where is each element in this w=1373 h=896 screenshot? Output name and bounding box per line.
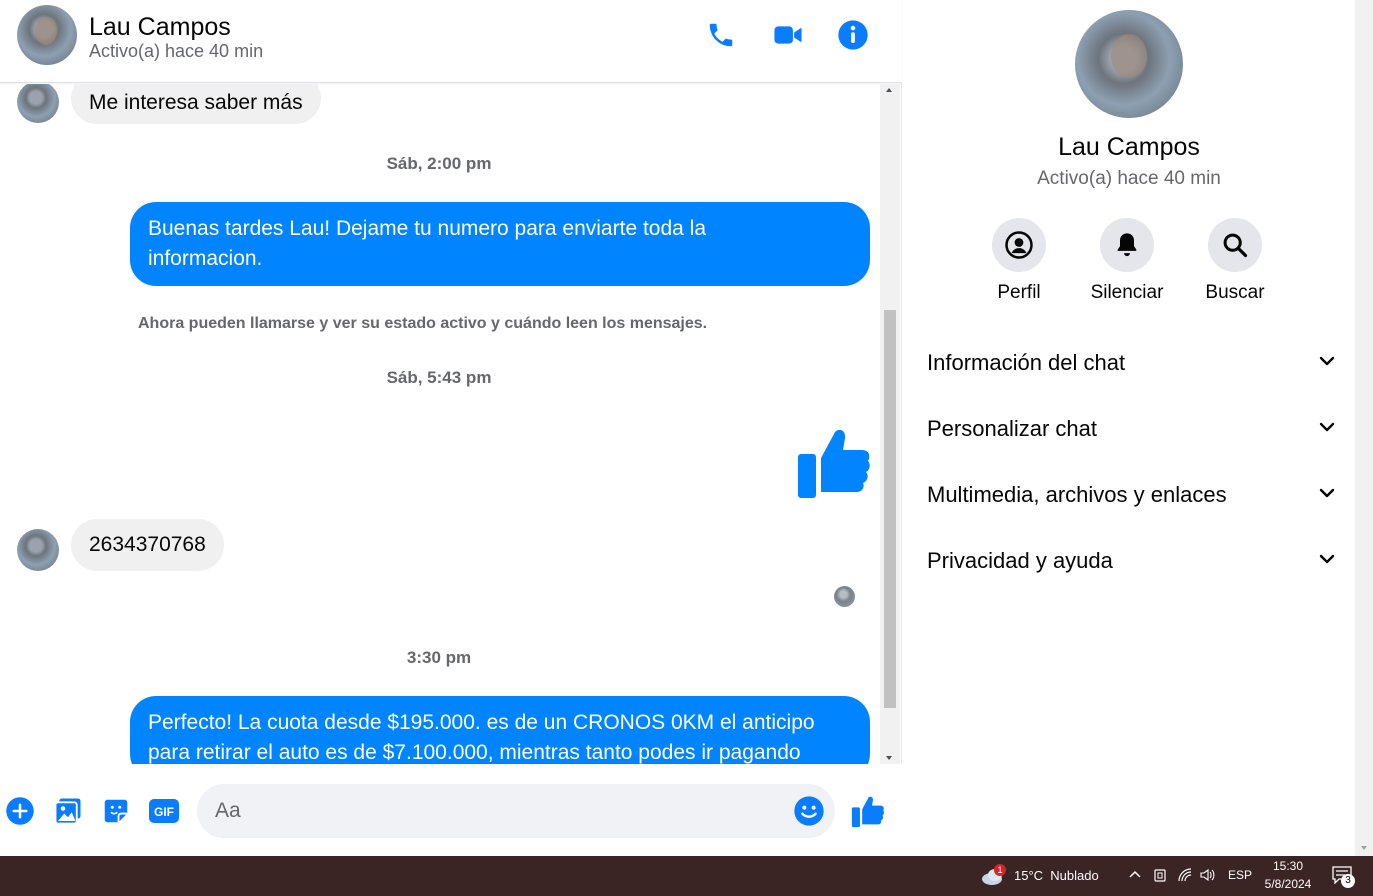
- chat-column: Lau Campos Activo(a) hace 40 min Me inte…: [0, 0, 902, 856]
- scroll-thumb[interactable]: [884, 310, 896, 708]
- message-line: Perfecto! La cuota desde $195.000. es de…: [148, 711, 815, 734]
- message-list: Me interesa saber más Sáb, 2:00 pm Buena…: [0, 84, 880, 764]
- profile-avatar[interactable]: [1075, 10, 1183, 118]
- emoji-icon[interactable]: [792, 794, 826, 828]
- like-icon[interactable]: [796, 424, 872, 500]
- scroll-down-arrow[interactable]: [1361, 846, 1367, 850]
- message-line: informacion.: [148, 247, 263, 270]
- weather-alert-badge: 1: [994, 864, 1006, 876]
- profile-name: Lau Campos: [1058, 133, 1200, 161]
- messenger-window: Lau Campos Activo(a) hace 40 min Me inte…: [0, 0, 1373, 856]
- timestamp: 3:30 pm: [406, 648, 472, 667]
- search-action-button[interactable]: Buscar: [1190, 218, 1280, 304]
- language-indicator[interactable]: ESP: [1228, 868, 1252, 882]
- sticker-icon[interactable]: [99, 794, 133, 828]
- section-privacy-help[interactable]: Privacidad y ayuda: [927, 539, 1337, 583]
- contact-avatar[interactable]: [17, 5, 77, 65]
- chevron-down-icon: [1317, 549, 1337, 574]
- timestamp: Sáb, 5:43 pm: [386, 368, 492, 387]
- section-chat-info[interactable]: Información del chat: [927, 341, 1337, 385]
- chat-info-panel: Lau Campos Activo(a) hace 40 min Perfil …: [903, 0, 1355, 856]
- outgoing-message[interactable]: Buenas tardes Lau! Dejame tu numero para…: [130, 202, 870, 286]
- meet-now-icon[interactable]: [1153, 867, 1167, 886]
- info-icon[interactable]: [836, 18, 870, 52]
- chevron-up-icon[interactable]: [1128, 867, 1142, 884]
- chevron-down-icon: [1317, 417, 1337, 442]
- gif-label: GIF: [154, 805, 174, 819]
- cloud-icon[interactable]: 1: [980, 864, 1008, 886]
- message-line: Buenas tardes Lau! Dejame tu numero para…: [148, 217, 707, 240]
- scroll-down-arrow[interactable]: [886, 756, 892, 760]
- search-icon: [1208, 218, 1262, 272]
- section-label: Personalizar chat: [927, 416, 1097, 441]
- timestamp: Sáb, 2:00 pm: [386, 154, 492, 173]
- wifi-icon[interactable]: [1177, 867, 1193, 886]
- weather-text[interactable]: 15°C Nublado: [1014, 868, 1099, 883]
- gif-icon[interactable]: GIF: [147, 794, 181, 828]
- profile-action-button[interactable]: Perfil: [974, 218, 1064, 304]
- incoming-message[interactable]: Me interesa saber más: [71, 84, 321, 124]
- window-scrollbar[interactable]: [1355, 0, 1373, 856]
- volume-icon[interactable]: [1199, 867, 1215, 886]
- notification-icon[interactable]: 3: [1332, 866, 1355, 888]
- profile-action-label: Perfil: [997, 282, 1041, 303]
- profile-icon: [992, 218, 1046, 272]
- video-camera-icon[interactable]: [771, 18, 805, 52]
- section-media-files-links[interactable]: Multimedia, archivos y enlaces: [927, 473, 1337, 517]
- phone-icon[interactable]: [704, 18, 738, 52]
- profile-status: Activo(a) hace 40 min: [1037, 168, 1221, 189]
- chevron-down-icon: [1317, 483, 1337, 508]
- message-scrollbar[interactable]: [880, 84, 900, 764]
- section-label: Multimedia, archivos y enlaces: [927, 482, 1227, 507]
- chat-header: Lau Campos Activo(a) hace 40 min: [0, 0, 902, 83]
- contact-name[interactable]: Lau Campos: [89, 13, 231, 42]
- scroll-up-arrow[interactable]: [886, 88, 892, 92]
- clock-date[interactable]: 5/8/2024: [1262, 877, 1314, 891]
- bell-icon: [1100, 218, 1154, 272]
- taskbar: 1 15°C Nublado ESP 15:30 5/8/2024 3: [0, 856, 1373, 896]
- section-label: Privacidad y ayuda: [927, 548, 1113, 573]
- notification-count: 3: [1341, 874, 1355, 888]
- message-avatar[interactable]: [17, 529, 59, 571]
- section-customize-chat[interactable]: Personalizar chat: [927, 407, 1337, 451]
- gallery-icon[interactable]: [51, 794, 85, 828]
- outgoing-message[interactable]: Perfecto! La cuota desde $195.000. es de…: [130, 696, 870, 764]
- mute-action-button[interactable]: Silenciar: [1082, 218, 1172, 304]
- incoming-message[interactable]: 2634370768: [71, 519, 224, 571]
- message-input[interactable]: [197, 784, 835, 838]
- composer: GIF: [0, 764, 902, 856]
- message-line: para retirar el auto es de $7.100.000, m…: [148, 741, 801, 764]
- section-label: Información del chat: [927, 350, 1126, 375]
- plus-icon[interactable]: [3, 794, 37, 828]
- like-icon[interactable]: [851, 794, 885, 828]
- search-action-label: Buscar: [1205, 282, 1265, 303]
- clock-time[interactable]: 15:30: [1262, 859, 1314, 873]
- seen-indicator-avatar: [834, 586, 855, 607]
- message-avatar[interactable]: [17, 84, 59, 123]
- system-notice: Ahora pueden llamarse y ver su estado ac…: [138, 315, 708, 332]
- contact-status: Activo(a) hace 40 min: [89, 41, 264, 61]
- mute-action-label: Silenciar: [1090, 282, 1164, 303]
- chevron-down-icon: [1317, 351, 1337, 376]
